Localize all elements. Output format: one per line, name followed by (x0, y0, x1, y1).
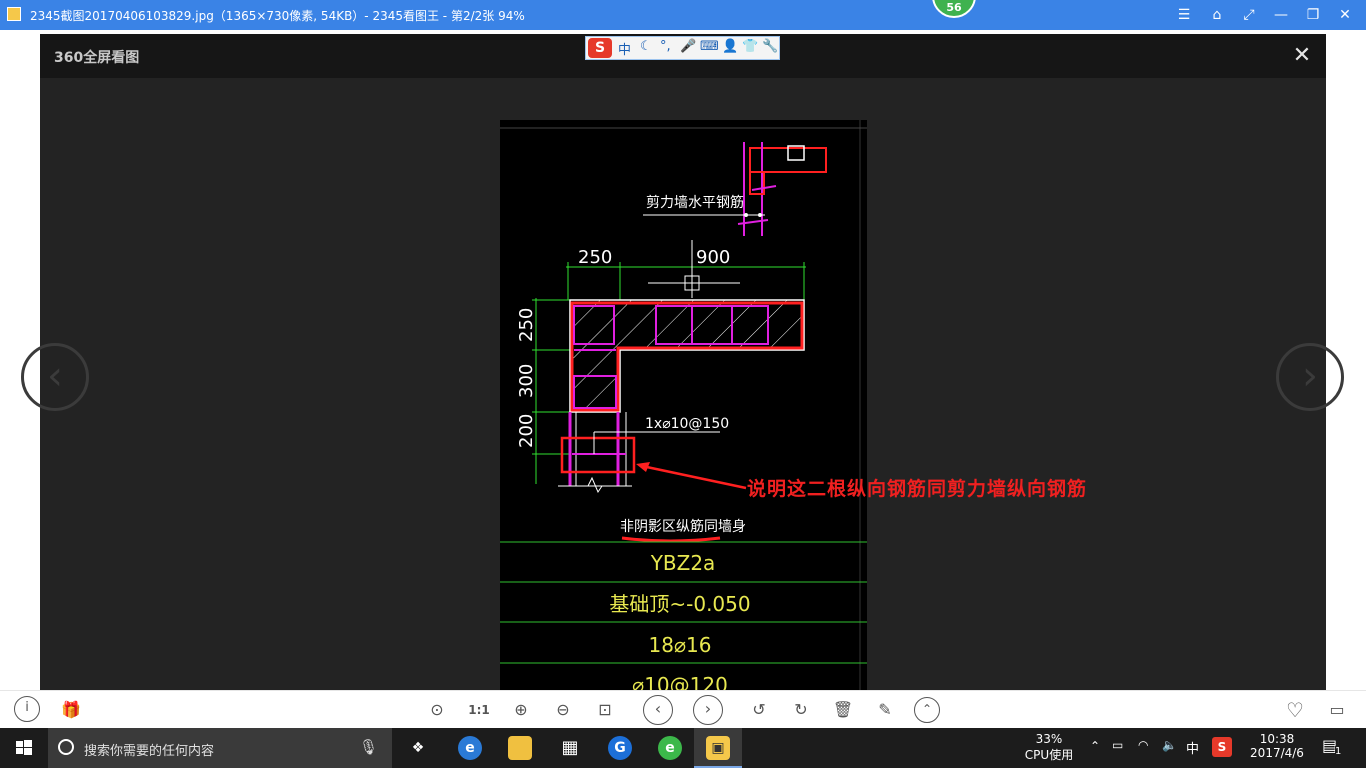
clock-time: 10:38 (1259, 732, 1295, 746)
viewer-logo: 360全屏看图 (54, 50, 140, 66)
taskbar-search-box[interactable]: 搜索你需要的任何内容 🎙 (48, 728, 392, 768)
cpu-usage-widget[interactable]: 33% CPU使用 (1022, 732, 1076, 763)
window-title-bar: 2345截图20170406103829.jpg（1365×730像素, 54K… (0, 0, 1366, 30)
fullscreen-icon[interactable]: ⤢ (1238, 4, 1260, 26)
zoom-in-icon[interactable]: ⊕ (508, 697, 534, 723)
volume-icon[interactable]: 🔈 (1162, 738, 1177, 752)
table-row: 18⌀16 (649, 633, 712, 657)
dim-top-900: 900 (696, 247, 730, 268)
cpu-percent: 33% (1035, 732, 1063, 746)
wall-rebar-detail (643, 142, 827, 236)
taskbar-app-2345-viewer[interactable]: ▣ (694, 728, 742, 768)
gift-icon[interactable]: 🎁 (58, 697, 84, 723)
image-viewer-icon: ▣ (706, 736, 730, 760)
app-icon (7, 7, 21, 21)
sogou-tray-icon[interactable]: S (1212, 737, 1232, 757)
skin-shirt-icon[interactable]: 👕 (742, 39, 758, 54)
wall-rebar-label: 剪力墙水平钢筋 (646, 194, 744, 211)
favorite-icon[interactable]: ♡ (1282, 697, 1308, 723)
dim-left-300: 300 (516, 364, 537, 398)
skin-icon[interactable]: ⌂ (1206, 4, 1228, 26)
taskbar-app-360-browser[interactable]: e (646, 728, 694, 768)
microphone-icon[interactable]: 🎙 (359, 738, 378, 756)
non-shadow-note: 非阴影区纵筋同墙身 (620, 518, 746, 535)
previous-image-button[interactable]: ‹ (21, 343, 89, 411)
table-row: 基础顶~-0.050 (609, 592, 750, 616)
menu-icon[interactable]: ☰ (1173, 4, 1195, 26)
clock-date: 2017/4/6 (1250, 746, 1304, 760)
actual-size-button[interactable]: 1:1 (466, 697, 492, 723)
moon-icon[interactable]: ☾ (640, 39, 652, 54)
2345-browser-icon: G (608, 736, 632, 760)
delete-icon[interactable]: 🗑 (830, 697, 856, 723)
taskbar-app-taskview[interactable]: ❖ (394, 728, 442, 768)
next-image-button[interactable]: › (1276, 343, 1344, 411)
clock[interactable]: 10:38 2017/4/6 (1248, 732, 1306, 760)
dim-top-250: 250 (578, 247, 612, 268)
mouse-mode-icon[interactable]: ⊙ (424, 697, 450, 723)
notification-center-button[interactable]: ▤ 1 (1322, 736, 1346, 760)
search-placeholder: 搜索你需要的任何内容 (84, 744, 215, 759)
browser-icon: e (458, 736, 482, 760)
cpu-label: CPU使用 (1024, 748, 1074, 762)
wrench-icon[interactable]: 🔧 (762, 39, 778, 54)
notification-count: 1 (1335, 746, 1342, 757)
info-button[interactable]: i (14, 696, 40, 722)
taskbar-app-explorer[interactable] (496, 728, 544, 768)
taskbar-app-store[interactable]: ▦ (546, 728, 594, 768)
sogou-logo-icon[interactable]: S (588, 38, 612, 58)
zoom-out-icon[interactable]: ⊖ (550, 697, 576, 723)
bottom-toolbar: i 🎁 ⊙ 1:1 ⊕ ⊖ ⊡ ‹ › ↺ ↻ 🗑 ✎ ⌃ ♡ ▭ (0, 690, 1366, 729)
windows-taskbar: 搜索你需要的任何内容 🎙 ❖ e ▦ G e ▣ 33% CPU使用 ⌃ ▭ ◠… (0, 728, 1366, 768)
windows-logo-icon (16, 740, 32, 755)
cad-drawing-svg: 剪力墙水平钢筋 250 900 250 300 200 1x⌀10@150 非阴… (500, 120, 867, 690)
restore-button[interactable]: ❐ (1302, 4, 1324, 26)
punctuation-icon[interactable]: °, (660, 39, 671, 54)
dim-left-200: 200 (516, 414, 537, 448)
ime-indicator[interactable]: 中 (1186, 738, 1199, 757)
keyboard-icon[interactable]: ⌨ (700, 39, 719, 54)
next-button[interactable]: › (693, 695, 723, 725)
wifi-icon[interactable]: ◠ (1138, 738, 1148, 752)
microphone-icon[interactable]: 🎤 (680, 39, 696, 54)
dim-left-250: 250 (516, 308, 537, 342)
360-browser-icon: e (658, 736, 682, 760)
cortana-icon (58, 739, 74, 755)
table-row: YBZ2a (650, 551, 716, 575)
score-badge[interactable]: 56 (932, 0, 976, 18)
column-section (558, 299, 805, 494)
previous-button[interactable]: ‹ (643, 695, 673, 725)
rotate-right-icon[interactable]: ↻ (788, 697, 814, 723)
annotation-text: 说明这二根纵向钢筋同剪力墙纵向钢筋 (747, 478, 1088, 500)
cad-drawing-image: 剪力墙水平钢筋 250 900 250 300 200 1x⌀10@150 非阴… (500, 120, 867, 690)
tie-label: 1x⌀10@150 (645, 416, 729, 432)
ime-mode-toggle[interactable]: 中 (618, 39, 631, 58)
start-button[interactable] (0, 728, 48, 768)
table-row: ⌀10@120 (632, 673, 728, 690)
close-button[interactable]: ✕ (1334, 4, 1356, 26)
store-icon: ▦ (561, 737, 579, 758)
minimize-button[interactable]: — (1270, 4, 1292, 26)
rotate-left-icon[interactable]: ↺ (746, 697, 772, 723)
window-title: 2345截图20170406103829.jpg（1365×730像素, 54K… (30, 9, 525, 23)
user-icon[interactable]: 👤 (722, 39, 738, 54)
folder-icon[interactable]: ▭ (1324, 697, 1350, 723)
fit-window-icon[interactable]: ⊡ (592, 697, 618, 723)
panel-close-button[interactable]: ✕ (1288, 42, 1316, 70)
task-view-icon: ❖ (411, 740, 425, 756)
left-dimension-lines (532, 298, 570, 484)
show-hidden-icons[interactable]: ⌃ (1090, 739, 1100, 753)
edit-icon[interactable]: ✎ (872, 697, 898, 723)
battery-icon[interactable]: ▭ (1112, 738, 1123, 752)
more-up-icon[interactable]: ⌃ (914, 697, 940, 723)
folder-icon (508, 736, 532, 760)
ime-toolbar[interactable]: S 中 ☾ °, 🎤 ⌨ 👤 👕 🔧 (585, 36, 780, 60)
taskbar-app-2345-browser[interactable]: G (596, 728, 644, 768)
taskbar-app-browser[interactable]: e (446, 728, 494, 768)
